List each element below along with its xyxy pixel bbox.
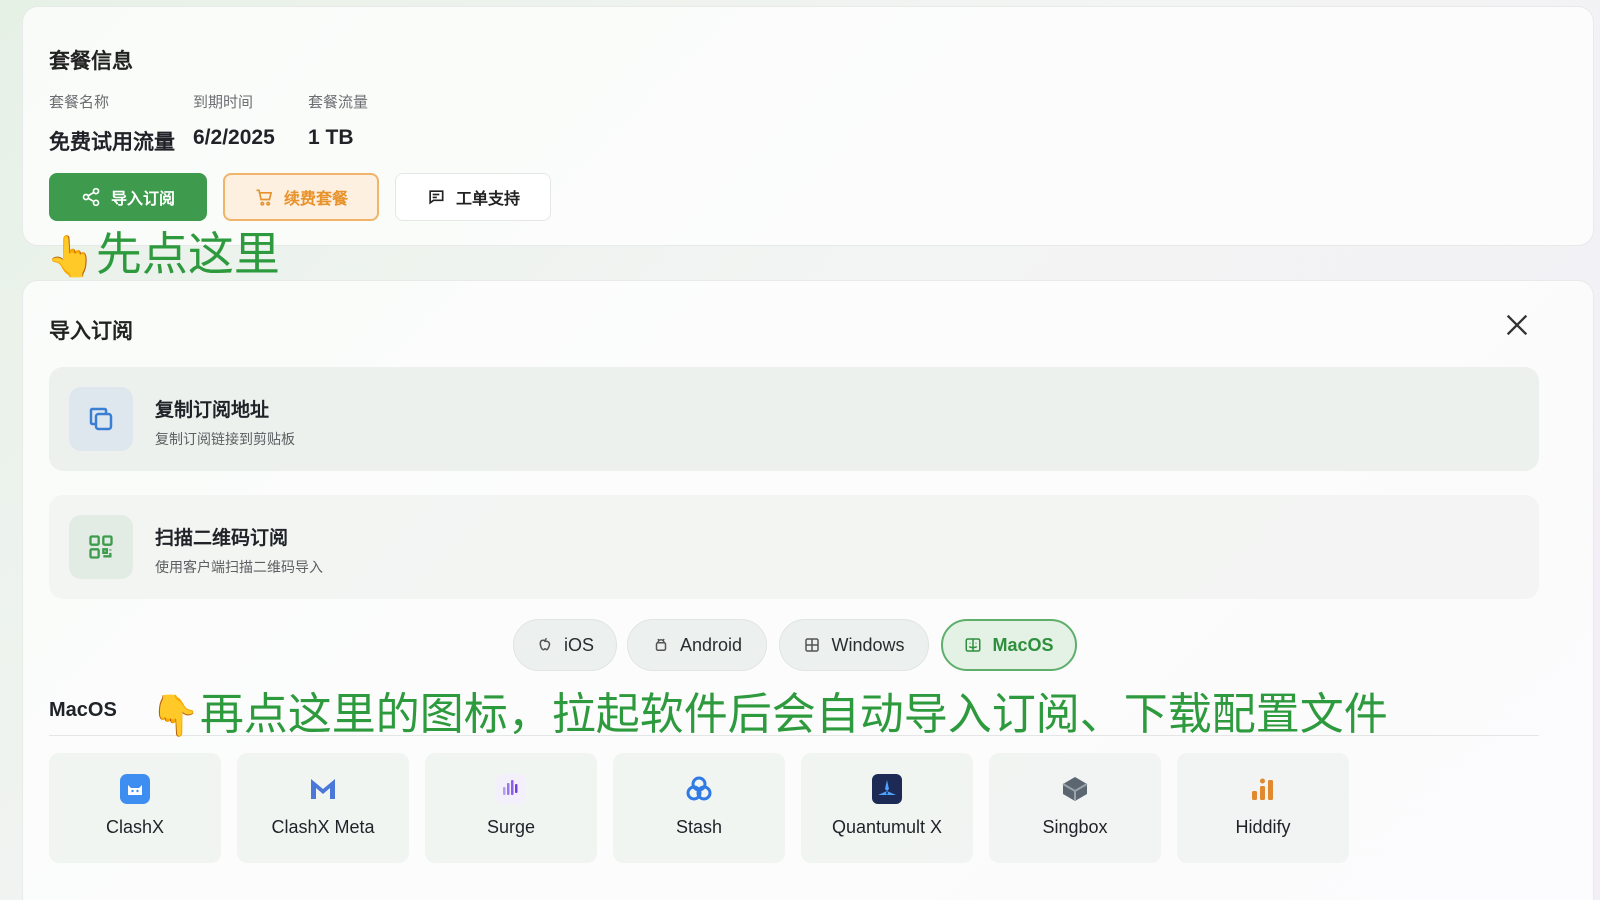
tab-windows-label: Windows xyxy=(831,634,905,655)
app-card-clashx[interactable]: ClashX xyxy=(49,753,221,863)
plan-name-value: 免费试用流量 xyxy=(49,131,175,154)
traffic-value: 1 TB xyxy=(308,126,354,149)
copy-option-subtitle: 复制订阅链接到剪贴板 xyxy=(155,431,295,447)
close-icon[interactable] xyxy=(1503,311,1531,339)
quantumult-x-icon xyxy=(872,774,902,804)
message-icon xyxy=(429,190,444,205)
share-icon xyxy=(82,187,100,207)
cart-icon xyxy=(256,189,273,206)
clashx-icon xyxy=(120,774,150,804)
app-card-stash[interactable]: Stash xyxy=(613,753,785,863)
ticket-support-label: 工单支持 xyxy=(455,191,520,208)
android-icon xyxy=(655,638,667,651)
annotation-click-icon: 👇再点这里的图标，拉起软件后会自动导入订阅、下载配置文件 xyxy=(150,678,1388,742)
app-card-hiddify[interactable]: Hiddify xyxy=(1177,753,1349,863)
copy-icon xyxy=(69,387,133,451)
tab-ios-label: iOS xyxy=(563,634,594,655)
tab-android[interactable]: Android xyxy=(627,619,767,671)
finder-icon xyxy=(965,638,981,652)
plan-name-field: 套餐名称 免费试用流量 xyxy=(49,91,175,156)
tab-macos-label: MacOS xyxy=(992,634,1054,655)
tab-windows[interactable]: Windows xyxy=(779,619,929,671)
plan-info-card: 套餐信息 套餐名称 免费试用流量 到期时间 6/2/2025 套餐流量 1 TB… xyxy=(22,6,1594,246)
stash-icon xyxy=(686,776,712,801)
windows-icon xyxy=(805,638,820,652)
tab-macos[interactable]: MacOS xyxy=(941,619,1077,671)
pointing-up-icon: 👆 xyxy=(46,234,96,280)
app-name: ClashX xyxy=(105,817,165,837)
surge-icon xyxy=(496,774,526,804)
app-name: Stash xyxy=(675,817,723,837)
app-name: Hiddify xyxy=(1235,817,1291,837)
renew-plan-button[interactable]: 续费套餐 xyxy=(223,173,379,221)
hiddify-icon xyxy=(1252,778,1273,800)
app-name: ClashX Meta xyxy=(271,817,375,837)
clashx-meta-icon xyxy=(311,779,335,799)
scan-qr-option[interactable]: 扫描二维码订阅 使用客户端扫描二维码导入 xyxy=(49,495,1539,599)
app-card-clashx-meta[interactable]: ClashX Meta xyxy=(237,753,409,863)
traffic-label: 套餐流量 xyxy=(308,94,369,111)
copy-option-title: 复制订阅地址 xyxy=(155,400,270,421)
app-name: Singbox xyxy=(1042,817,1108,837)
import-panel-title: 导入订阅 xyxy=(49,320,133,343)
expiry-value: 6/2/2025 xyxy=(193,126,275,149)
app-card-surge[interactable]: Surge xyxy=(425,753,597,863)
copy-subscription-option[interactable]: 复制订阅地址 复制订阅链接到剪贴板 xyxy=(49,367,1539,471)
annotation-click-here-first: 👆先点这里 xyxy=(46,218,280,284)
import-subscription-panel: 导入订阅 复制订阅地址 复制订阅链接到剪贴板 扫描二维码订阅 使用客户端扫描二维… xyxy=(22,280,1594,900)
plan-name-label: 套餐名称 xyxy=(49,94,110,111)
qr-option-subtitle: 使用客户端扫描二维码导入 xyxy=(155,559,323,575)
apple-icon xyxy=(539,637,551,651)
platform-section-label: MacOS xyxy=(49,699,117,721)
renew-plan-label: 续费套餐 xyxy=(283,191,348,208)
expiry-field: 到期时间 6/2/2025 xyxy=(193,91,275,150)
plan-info-title: 套餐信息 xyxy=(49,50,133,73)
traffic-field: 套餐流量 1 TB xyxy=(308,91,368,150)
pointing-down-icon: 👇 xyxy=(150,693,200,739)
tab-android-label: Android xyxy=(679,634,743,655)
import-subscription-button[interactable]: 导入订阅 xyxy=(49,173,207,221)
app-card-quantumult-x[interactable]: Quantumult X xyxy=(801,753,973,863)
expiry-label: 到期时间 xyxy=(193,94,254,111)
annotation-second-text: 再点这里的图标，拉起软件后会自动导入订阅、下载配置文件 xyxy=(199,689,1388,740)
annotation-first-text: 先点这里 xyxy=(95,227,280,281)
app-name: Surge xyxy=(486,817,536,837)
import-subscription-label: 导入订阅 xyxy=(110,191,175,208)
ticket-support-button[interactable]: 工单支持 xyxy=(395,173,551,221)
app-name: Quantumult X xyxy=(831,817,943,837)
app-card-singbox[interactable]: Singbox xyxy=(989,753,1161,863)
qr-code-icon xyxy=(69,515,133,579)
singbox-icon xyxy=(1062,777,1088,801)
tab-ios[interactable]: iOS xyxy=(513,619,617,671)
qr-option-title: 扫描二维码订阅 xyxy=(155,528,289,549)
